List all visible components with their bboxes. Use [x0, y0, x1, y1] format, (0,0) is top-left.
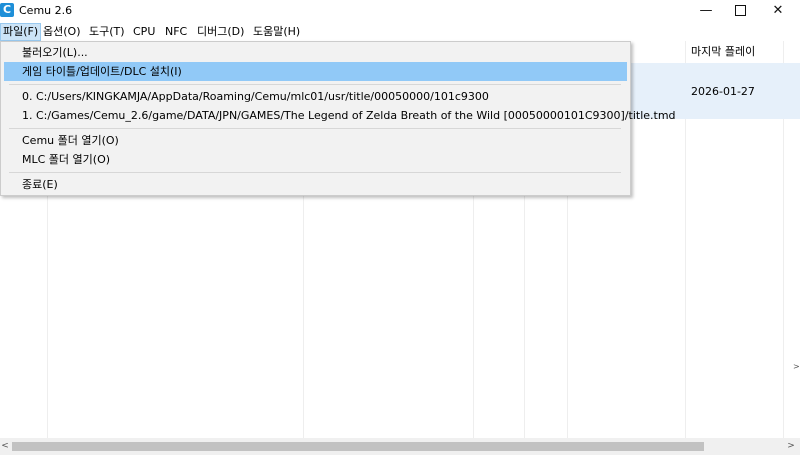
maximize-button[interactable] [722, 0, 758, 22]
menu-separator [9, 84, 621, 85]
menu-help[interactable]: 도움말(H) [251, 24, 302, 40]
menu-tools[interactable]: 도구(T) [87, 24, 127, 40]
menu-nfc[interactable]: NFC [163, 24, 189, 40]
menu-item-open-mlc-folder[interactable]: MLC 폴더 열기(O) [1, 150, 630, 169]
menu-item-recent-0[interactable]: 0. C:/Users/KINGKAMJA/AppData/Roaming/Ce… [1, 87, 630, 106]
menu-item-label: 종료(E) [22, 178, 58, 191]
file-menu-dropdown: 불러오기(L)... 게임 타이틀/업데이트/DLC 설치(I) 0. C:/U… [0, 41, 676, 196]
close-button[interactable]: ✕ [760, 0, 796, 22]
menu-item-open-cemu-folder[interactable]: Cemu 폴더 열기(O) [1, 131, 630, 150]
menu-item-label: Cemu 폴더 열기(O) [22, 134, 119, 147]
minimize-button[interactable]: — [688, 0, 724, 22]
scrollbar-thumb[interactable] [12, 442, 704, 451]
menu-separator [9, 172, 621, 173]
column-header-last-played[interactable]: 마지막 플레이 [691, 41, 755, 63]
menu-item-label: 불러오기(L)... [22, 46, 88, 59]
menu-item-label: MLC 폴더 열기(O) [22, 153, 111, 166]
last-played-cell: 2026-01-27 [691, 85, 755, 98]
menu-debug[interactable]: 디버그(D) [195, 24, 246, 40]
menu-cpu[interactable]: CPU [131, 24, 157, 40]
menu-item-install-title[interactable]: 게임 타이틀/업데이트/DLC 설치(I) [4, 62, 627, 81]
menu-item-label: 게임 타이틀/업데이트/DLC 설치(I) [22, 65, 182, 78]
menu-separator [9, 128, 621, 129]
menu-item-label: 0. C:/Users/KINGKAMJA/AppData/Roaming/Ce… [22, 90, 489, 103]
scroll-right-small-icon: > [793, 362, 800, 371]
menu-item-load[interactable]: 불러오기(L)... [1, 43, 630, 62]
menu-options[interactable]: 옵션(O) [41, 24, 82, 40]
menu-bar: 파일(F) 옵션(O) 도구(T) CPU NFC 디버그(D) 도움말(H) [0, 22, 800, 41]
window-title: Cemu 2.6 [19, 4, 73, 17]
scroll-right-arrow-icon[interactable]: > [786, 438, 796, 455]
scroll-left-arrow-icon[interactable]: < [0, 438, 10, 455]
menu-file[interactable]: 파일(F) [0, 23, 42, 41]
maximize-icon [734, 5, 746, 16]
title-bar: C Cemu 2.6 — ✕ [0, 0, 800, 22]
menu-item-label: 1. C:/Games/Cemu_2.6/game/DATA/JPN/GAMES… [22, 109, 676, 122]
menu-item-recent-1[interactable]: 1. C:/Games/Cemu_2.6/game/DATA/JPN/GAMES… [1, 106, 676, 125]
horizontal-scrollbar[interactable]: < > [0, 438, 800, 455]
menu-item-exit[interactable]: 종료(E) [1, 175, 630, 194]
cemu-app-icon: C [0, 3, 14, 17]
